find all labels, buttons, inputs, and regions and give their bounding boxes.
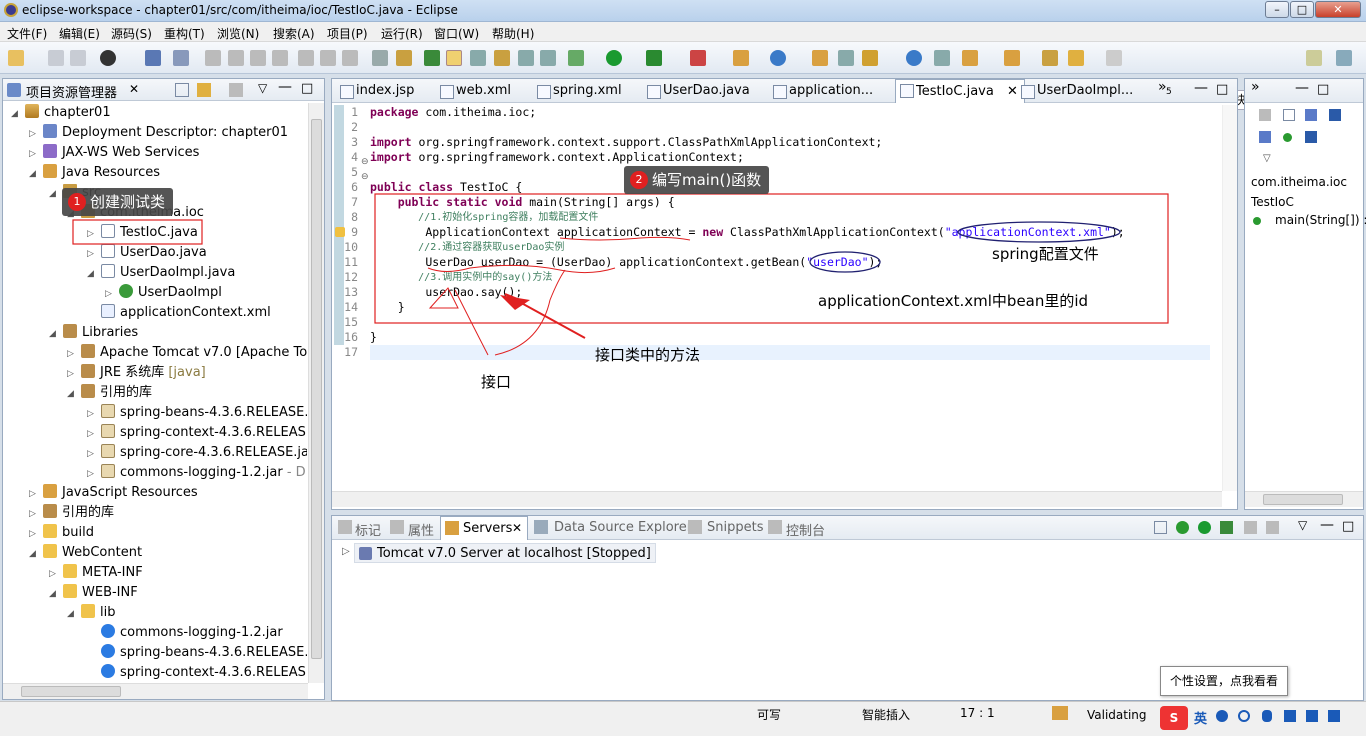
callout-write-main: 2 编写main()函数 [624,166,770,194]
annotation-spring-config: spring配置文件 [992,245,1099,263]
callout-badge: 2 [630,171,648,189]
interface-pointer-line [494,269,566,356]
annotation-interface-method: 接口类中的方法 [595,346,701,364]
annotation-interface: 接口 [481,373,512,391]
bean-id-circle [809,251,881,273]
underline-mark [427,264,616,274]
config-file-circle [957,221,1121,243]
annotation-overlay [72,193,1169,356]
underline-mark [559,236,691,241]
callout-badge: 1 [68,193,86,211]
callout-create-test-class: 1 创建测试类 [62,188,174,216]
testioc-highlight-box [72,219,203,245]
annotation-bean-id: applicationContext.xml中bean里的id [818,292,1089,310]
interface-mark [428,287,459,309]
